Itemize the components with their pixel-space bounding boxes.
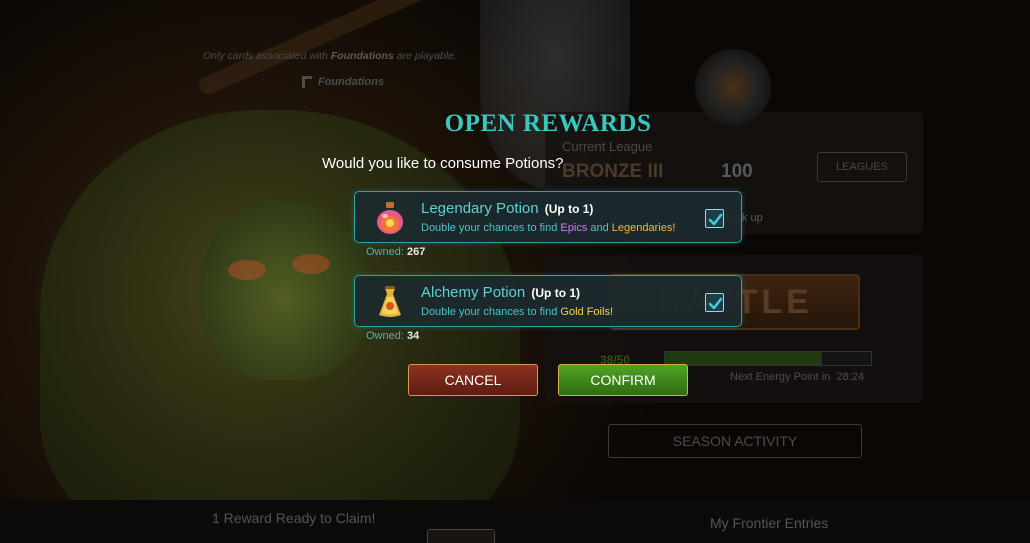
goblin-eye — [228, 260, 266, 280]
potion-name: Legendary Potion (Up to 1) — [421, 200, 594, 217]
background-scene: Only cards associated with Foundations a… — [0, 0, 1030, 543]
potion-name: Alchemy Potion (Up to 1) — [421, 284, 581, 301]
goblin-head-artwork — [200, 200, 370, 380]
alchemy-potion-owned: Owned: 34 — [366, 330, 420, 342]
checkmark-icon — [708, 297, 723, 310]
energy-bar-fill — [665, 352, 822, 365]
potion-question: Would you like to consume Potions? — [322, 155, 564, 172]
legendary-potion-option[interactable]: Legendary Potion (Up to 1) Double your c… — [354, 191, 742, 243]
legendary-potion-owned: Owned: 267 — [366, 246, 426, 258]
league-name: BRONZE III — [562, 161, 664, 182]
leagues-button[interactable]: LEAGUES — [817, 152, 907, 182]
bottom-strip — [0, 500, 1030, 543]
alchemy-potion-option[interactable]: Alchemy Potion (Up to 1) Double your cha… — [354, 275, 742, 327]
potion-description: Double your chances to find Gold Foils! — [421, 306, 613, 318]
potion-description: Double your chances to find Epics and Le… — [421, 222, 676, 234]
current-league-label: Current League — [562, 139, 653, 154]
league-rating: 100 — [721, 161, 753, 182]
confirm-button[interactable]: CONFIRM — [558, 364, 688, 396]
reward-ready-text: 1 Reward Ready to Claim! — [212, 510, 376, 526]
legendary-potion-icon — [375, 201, 405, 235]
energy-bar — [664, 351, 872, 366]
playable-format-note: Only cards associated with Foundations a… — [203, 50, 457, 62]
foundations-icon — [302, 76, 312, 88]
legendary-potion-checkbox[interactable] — [705, 209, 724, 228]
alchemy-potion-checkbox[interactable] — [705, 293, 724, 312]
next-energy-timer: Next Energy Point in 28:24 — [730, 371, 864, 383]
season-activity-button[interactable]: SEASON ACTIVITY — [608, 424, 862, 458]
goblin-eye — [292, 254, 330, 274]
format-badge: Foundations — [302, 76, 384, 88]
cancel-button[interactable]: CANCEL — [408, 364, 538, 396]
alchemy-potion-icon — [375, 285, 405, 319]
reward-chest-thumbnail[interactable] — [427, 529, 495, 543]
frontier-entries-label: My Frontier Entries — [710, 515, 829, 531]
checkmark-icon — [708, 213, 723, 226]
modal-title: OPEN REWARDS — [444, 110, 652, 137]
